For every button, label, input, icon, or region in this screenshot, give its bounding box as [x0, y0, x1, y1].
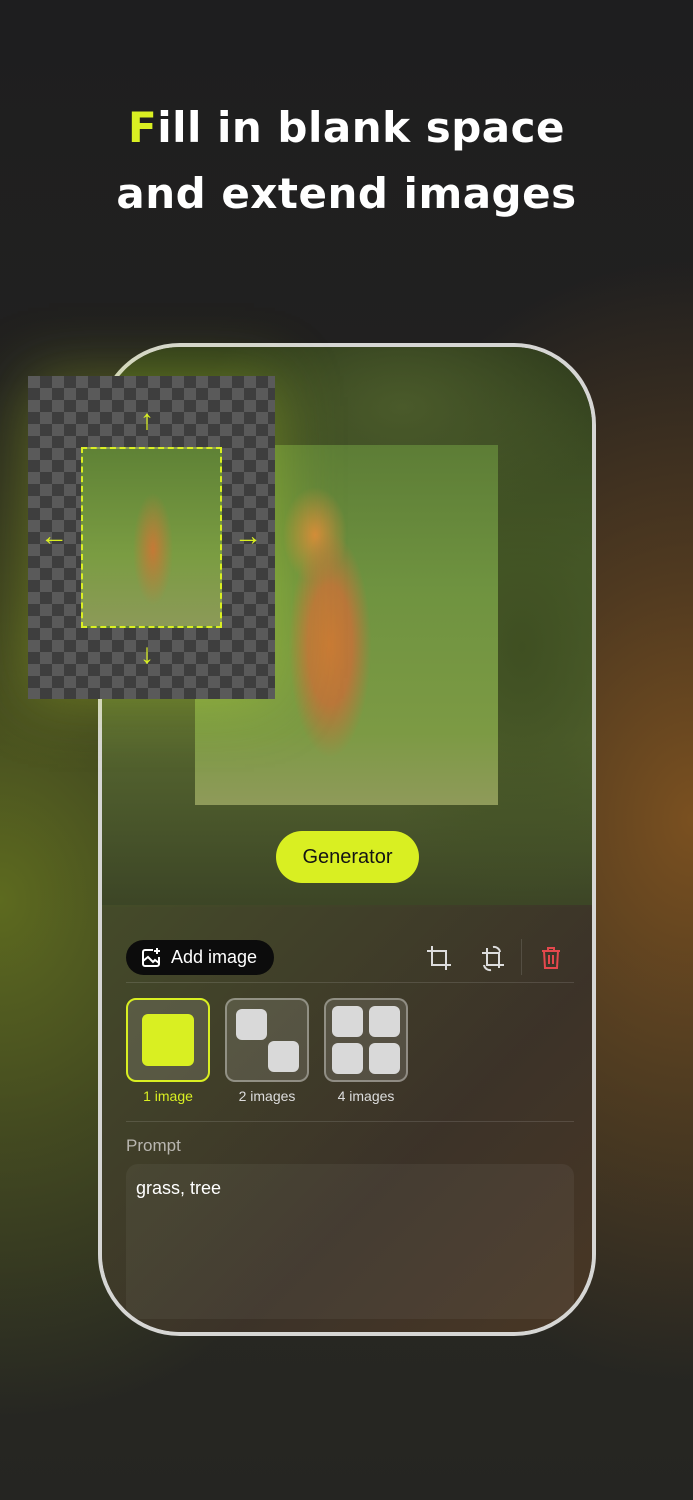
- headline-highlight: F: [128, 103, 158, 152]
- option-2-label: 2 images: [238, 1088, 296, 1104]
- option-2-images[interactable]: [225, 998, 309, 1082]
- arrow-left-icon: ←: [40, 520, 68, 551]
- prompt-input[interactable]: grass, tree: [126, 1164, 574, 1319]
- add-image-icon: [142, 947, 160, 967]
- trash-icon[interactable]: [536, 943, 566, 973]
- crop-rotate-icon[interactable]: [477, 943, 507, 973]
- option-4-label: 4 images: [337, 1088, 395, 1104]
- option-4-images[interactable]: [324, 998, 408, 1082]
- arrow-right-icon: →: [234, 520, 262, 551]
- divider: [126, 1121, 574, 1122]
- expand-canvas-overlay: ↑ ↓ ← →: [28, 376, 275, 699]
- headline-line1: ill in blank space: [157, 103, 565, 152]
- divider: [126, 982, 574, 983]
- generator-button[interactable]: Generator: [276, 831, 419, 883]
- arrow-up-icon: ↑: [140, 404, 154, 435]
- arrow-down-icon: ↓: [140, 638, 154, 669]
- add-image-label: Add image: [171, 947, 258, 967]
- toolbar-divider: [521, 939, 522, 975]
- headline: Fill in blank space and extend images: [0, 95, 693, 227]
- add-image-button[interactable]: Add image: [126, 940, 274, 975]
- prompt-label: Prompt: [126, 1136, 181, 1155]
- option-1-label: 1 image: [143, 1088, 193, 1104]
- crop-icon[interactable]: [424, 943, 454, 973]
- headline-line2: and extend images: [116, 169, 577, 218]
- option-1-image[interactable]: [126, 998, 210, 1082]
- selection-frame[interactable]: [81, 447, 222, 628]
